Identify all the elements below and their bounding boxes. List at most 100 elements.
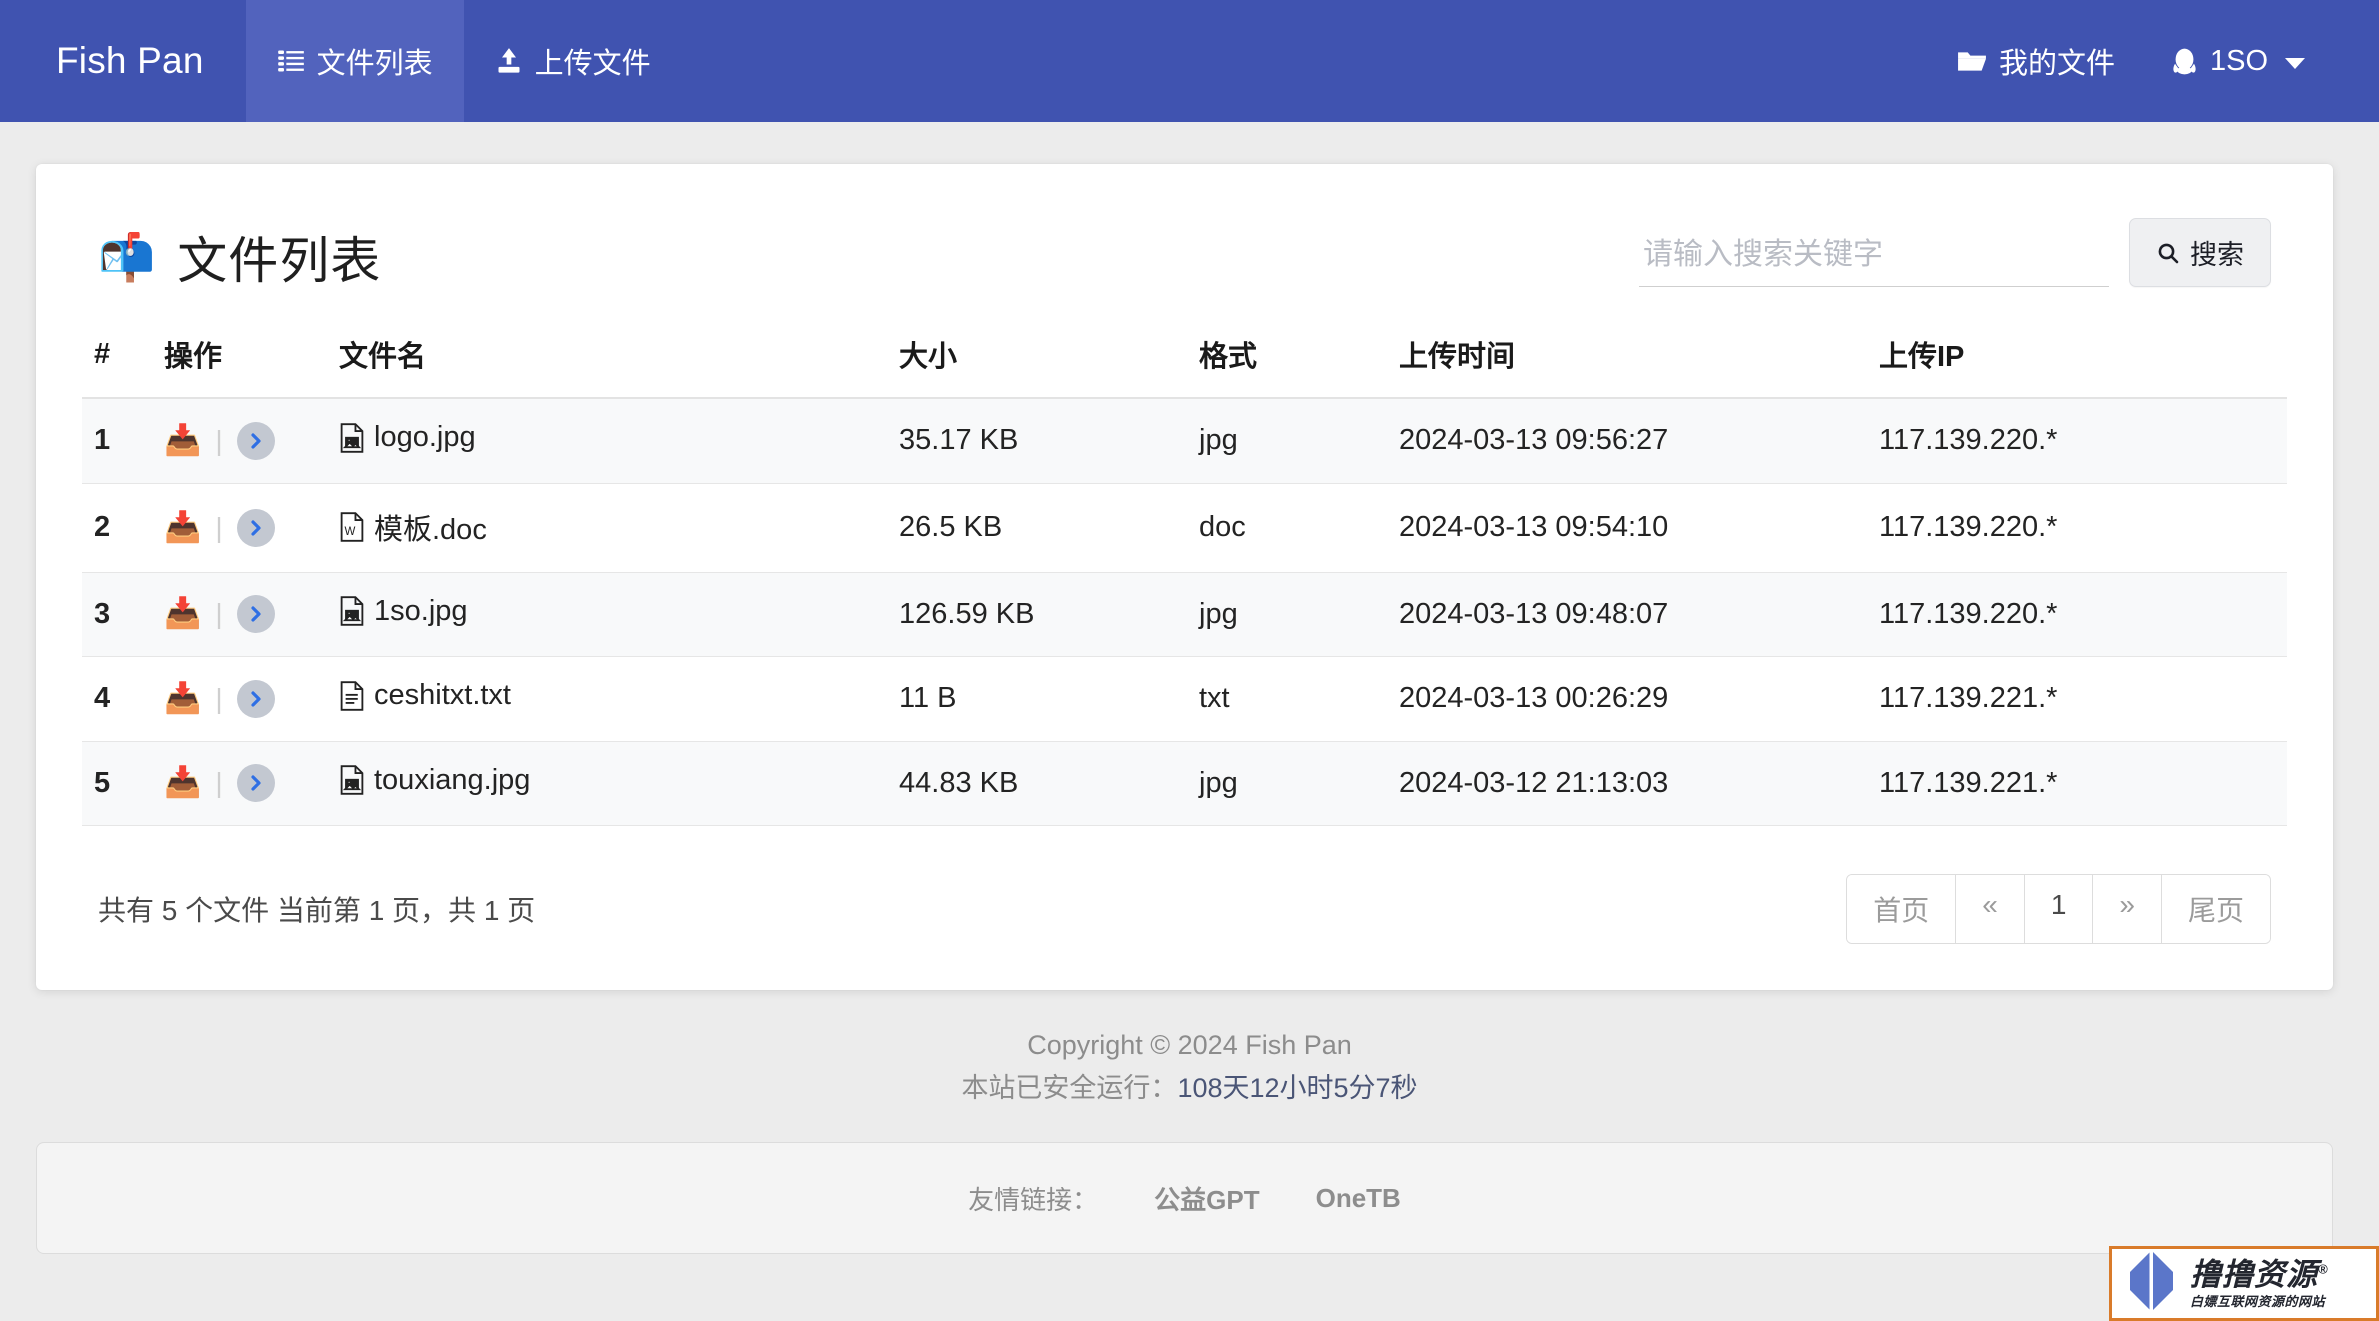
nav-item-user-menu[interactable]: 1SO xyxy=(2143,0,2333,122)
chevron-right-icon[interactable] xyxy=(236,508,275,547)
file-list-card: 📬 文件列表 搜索 # 操作 xyxy=(36,164,2333,990)
pagination-prev[interactable]: « xyxy=(1956,875,2025,943)
cell-format: txt xyxy=(1187,656,1387,742)
primary-nav: 文件列表 上传文件 xyxy=(245,0,682,122)
cell-uploadtime: 2024-03-13 00:26:29 xyxy=(1387,656,1867,742)
nav-item-upload[interactable]: 上传文件 xyxy=(464,0,682,122)
uptime-value: 108天12小时5分7秒 xyxy=(1177,1073,1418,1104)
download-icon[interactable]: 📥 xyxy=(164,512,201,543)
cell-actions: 📥 | xyxy=(152,398,327,484)
site-watermark: 撸撸资源® 白嫖互联网资源的网站 xyxy=(2109,1246,2379,1321)
top-navbar: Fish Pan 文件列表 上传文件 我的文件 1SO xyxy=(0,0,2379,122)
action-separator: | xyxy=(215,682,223,714)
nav-item-file-list[interactable]: 文件列表 xyxy=(245,0,464,122)
cell-size: 26.5 KB xyxy=(887,483,1187,573)
watermark-text: 撸撸资源® 白嫖互联网资源的网站 xyxy=(2190,1259,2329,1308)
filename-text: 模板.doc xyxy=(374,513,487,546)
cell-size: 44.83 KB xyxy=(887,741,1187,826)
search-button[interactable]: 搜索 xyxy=(2129,218,2271,287)
filename-text: touxiang.jpg xyxy=(374,763,531,796)
file-count-summary: 共有 5 个文件 当前第 1 页，共 1 页 xyxy=(98,895,536,926)
friend-link-onetb[interactable]: OneTB xyxy=(1316,1183,1401,1214)
title-block: 📬 文件列表 xyxy=(98,221,381,293)
cell-filename[interactable]: touxiang.jpg xyxy=(327,741,887,826)
cell-format: doc xyxy=(1187,483,1387,573)
brand-logo[interactable]: Fish Pan xyxy=(0,0,246,122)
cell-filename[interactable]: W 模板.doc xyxy=(327,483,887,573)
pagination-first[interactable]: 首页 xyxy=(1847,875,1957,943)
download-icon[interactable]: 📥 xyxy=(164,683,201,714)
col-header-filename: 文件名 xyxy=(327,315,887,399)
cell-actions: 📥 | xyxy=(152,483,327,573)
chevron-right-icon[interactable] xyxy=(236,595,275,634)
col-header-index: # xyxy=(82,315,152,399)
upload-icon xyxy=(495,47,523,75)
cell-uploadtime: 2024-03-13 09:56:27 xyxy=(1387,398,1867,484)
cell-index: 3 xyxy=(82,572,152,657)
registered-icon: ® xyxy=(2318,1261,2329,1277)
nav-item-label: 上传文件 xyxy=(534,48,651,80)
cell-uploadtime: 2024-03-13 09:48:07 xyxy=(1387,572,1867,657)
cell-uploadip: 117.139.220.* xyxy=(1867,398,2287,484)
pagination-next[interactable]: » xyxy=(2093,875,2162,943)
col-header-size: 大小 xyxy=(887,315,1187,399)
download-icon[interactable]: 📥 xyxy=(164,425,201,456)
image-file-icon xyxy=(339,596,365,626)
col-header-actions: 操作 xyxy=(152,315,327,399)
page-title: 文件列表 xyxy=(177,233,382,289)
image-file-icon xyxy=(339,422,365,453)
cell-filename[interactable]: ceshitxt.txt xyxy=(327,656,887,742)
nav-item-my-files[interactable]: 我的文件 xyxy=(1929,0,2143,122)
folder-icon xyxy=(1957,48,1987,74)
file-table-body: 1 📥 | logo.jpg 35.17 KB jpg 2024-03-13 09:56:2… xyxy=(82,398,2287,826)
uptime-row: 本站已安全运行：108天12小时5分7秒 xyxy=(0,1067,2379,1110)
chevron-right-icon[interactable] xyxy=(236,764,275,803)
download-icon[interactable]: 📥 xyxy=(164,599,201,629)
col-header-uploadtime: 上传时间 xyxy=(1387,315,1867,399)
search-button-label: 搜索 xyxy=(2190,240,2244,270)
friend-links-card: 友情链接： 公益GPT OneTB xyxy=(36,1142,2333,1255)
friend-links-label: 友情链接： xyxy=(968,1184,1099,1215)
search-block: 搜索 xyxy=(1639,218,2271,293)
cell-filename[interactable]: 1so.jpg xyxy=(327,572,887,657)
cell-uploadip: 117.139.220.* xyxy=(1867,572,2287,657)
search-input[interactable] xyxy=(1639,232,2109,287)
filename-text: ceshitxt.txt xyxy=(374,679,511,711)
table-row: 1 📥 | logo.jpg 35.17 KB jpg 2024-03-13 09:56:2… xyxy=(82,398,2287,484)
mailbox-icon: 📬 xyxy=(98,231,156,283)
download-icon[interactable]: 📥 xyxy=(164,768,201,798)
cell-uploadip: 117.139.220.* xyxy=(1867,483,2287,573)
chevron-right-icon[interactable] xyxy=(236,679,275,718)
cell-filename[interactable]: logo.jpg xyxy=(327,398,887,484)
cell-size: 35.17 KB xyxy=(887,398,1187,484)
site-footer: Copyright © 2024 Fish Pan 本站已安全运行：108天12… xyxy=(0,990,2379,1116)
pagination-page-1[interactable]: 1 xyxy=(2024,875,2094,943)
table-header-row: # 操作 文件名 大小 格式 上传时间 上传IP xyxy=(82,315,2287,399)
uptime-label: 本站已安全运行： xyxy=(961,1073,1178,1104)
table-row: 3 📥 | 1so.jpg 126.59 KB jpg 2024-03-13 09:48:0… xyxy=(82,572,2287,657)
svg-text:W: W xyxy=(345,526,356,538)
watermark-logo-icon xyxy=(2120,1250,2182,1317)
cell-actions: 📥 | xyxy=(152,656,327,742)
cell-format: jpg xyxy=(1187,398,1387,484)
nav-item-label: 我的文件 xyxy=(1998,48,2115,80)
friend-link-gongyigpt[interactable]: 公益GPT xyxy=(1154,1180,1259,1217)
cell-index: 1 xyxy=(82,398,152,484)
nav-item-label: 1SO xyxy=(2209,44,2268,77)
chevron-down-icon xyxy=(2285,57,2305,69)
chevron-right-icon[interactable] xyxy=(236,421,275,460)
search-icon xyxy=(2156,241,2180,265)
secondary-nav: 我的文件 1SO xyxy=(1929,0,2379,122)
cell-actions: 📥 | xyxy=(152,741,327,826)
cell-index: 5 xyxy=(82,741,152,826)
watermark-title: 撸撸资源® xyxy=(2190,1257,2329,1292)
list-icon xyxy=(277,47,305,75)
cell-actions: 📥 | xyxy=(152,572,327,657)
table-row: 5 📥 | touxiang.jpg 44.83 KB jpg 2024-03-12 21:… xyxy=(82,741,2287,826)
col-header-uploadip: 上传IP xyxy=(1867,315,2287,399)
cell-uploadtime: 2024-03-12 21:13:03 xyxy=(1387,741,1867,826)
cell-size: 11 B xyxy=(887,656,1187,742)
qq-penguin-icon xyxy=(2171,47,2198,76)
copyright-text: Copyright © 2024 Fish Pan xyxy=(1027,1030,1352,1060)
pagination-last[interactable]: 尾页 xyxy=(2161,875,2270,943)
